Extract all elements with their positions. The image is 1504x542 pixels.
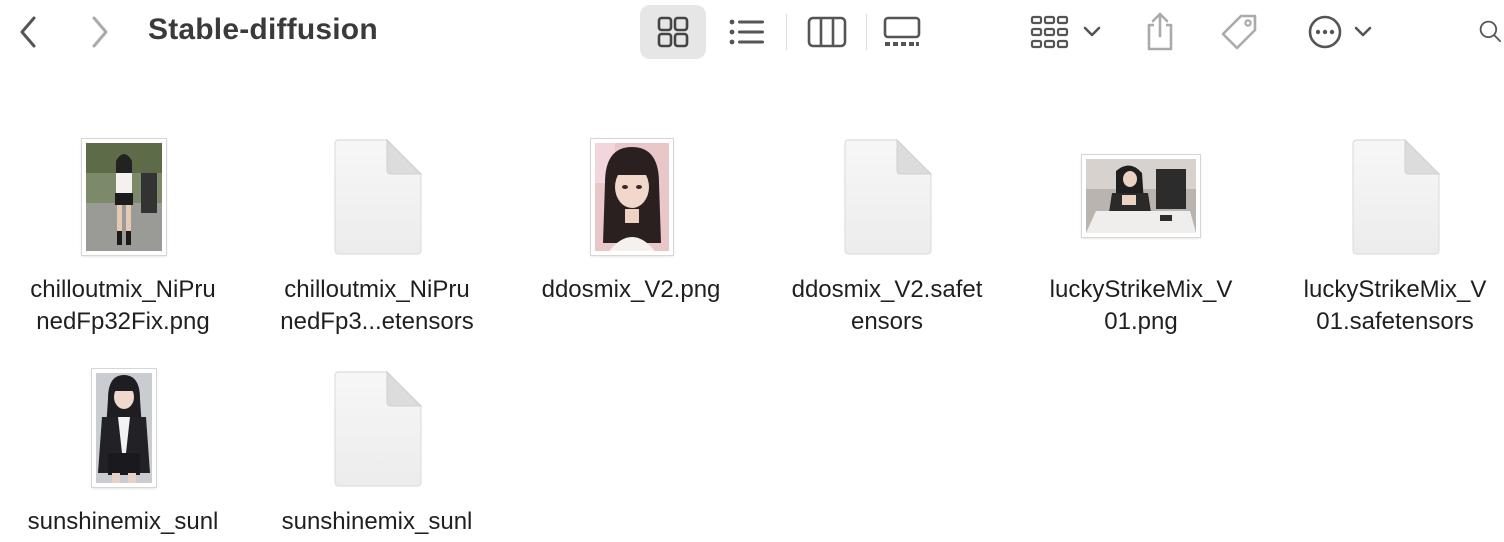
file-thumbnail — [13, 369, 233, 512]
grid-view-icon — [657, 16, 689, 48]
file-name-line: chilloutmix_NiPru — [284, 276, 470, 303]
document-icon — [334, 370, 423, 487]
toolbar: Stable-diffusion — [0, 0, 1504, 64]
file-item[interactable]: sunshinemix_sunl — [267, 342, 487, 542]
chevron-right-icon — [92, 16, 108, 48]
more-actions-button[interactable] — [1300, 8, 1380, 56]
forward-button[interactable] — [82, 12, 118, 52]
group-button[interactable] — [1026, 8, 1106, 56]
file-thumbnail — [267, 370, 487, 512]
gallery-view-icon — [883, 16, 921, 46]
file-name-line: 01.png — [1104, 308, 1178, 335]
file-item[interactable]: chilloutmix_NiPru nedFp3...etensors — [267, 110, 487, 350]
file-item[interactable]: sunshinemix_sunl — [13, 342, 233, 542]
file-item[interactable]: ddosmix_V2.png — [521, 110, 741, 350]
file-name-line: sunshinemix_sunl — [281, 508, 473, 535]
more-icon — [1308, 15, 1342, 49]
file-thumbnail — [777, 138, 997, 280]
icon-view-button[interactable] — [640, 5, 706, 59]
share-button[interactable] — [1138, 6, 1182, 56]
file-item[interactable]: luckyStrikeMix_V 01.png — [1031, 110, 1251, 350]
image-thumbnail-icon — [1082, 155, 1200, 237]
file-item[interactable]: ddosmix_V2.safet ensors — [777, 110, 997, 350]
file-name-line: luckyStrikeMix_V — [1303, 276, 1487, 303]
column-view-button[interactable] — [802, 8, 852, 56]
toolbar-divider — [786, 14, 787, 50]
file-thumbnail — [267, 138, 487, 280]
document-icon — [1352, 138, 1441, 255]
share-icon — [1147, 12, 1173, 51]
toolbar-divider — [866, 14, 867, 50]
file-name-line: ddosmix_V2.png — [541, 276, 721, 303]
list-view-button[interactable] — [722, 8, 772, 56]
group-icon — [1030, 15, 1069, 49]
gallery-view-button[interactable] — [876, 8, 928, 56]
file-name-line: 01.safetensors — [1316, 308, 1474, 335]
list-view-icon — [729, 19, 764, 45]
file-name-line: ddosmix_V2.safet — [791, 276, 983, 303]
chevron-left-icon — [20, 16, 36, 48]
chevron-down-icon — [1354, 26, 1372, 37]
back-button[interactable] — [10, 12, 46, 52]
image-thumbnail-icon — [591, 139, 673, 255]
tag-button[interactable] — [1214, 8, 1264, 56]
document-icon — [844, 138, 933, 255]
file-item[interactable]: luckyStrikeMix_V 01.safetensors — [1285, 110, 1504, 350]
search-icon — [1479, 20, 1502, 43]
file-thumbnail — [1031, 140, 1251, 280]
image-thumbnail-icon — [92, 369, 156, 487]
file-name-line: nedFp32Fix.png — [36, 308, 210, 335]
file-name-line: chilloutmix_NiPru — [30, 276, 216, 303]
file-thumbnail — [13, 139, 233, 280]
file-item[interactable]: chilloutmix_NiPru nedFp32Fix.png — [13, 110, 233, 350]
file-name-line: luckyStrikeMix_V — [1049, 276, 1233, 303]
tag-icon — [1221, 14, 1257, 50]
chevron-down-icon — [1083, 26, 1101, 37]
column-view-icon — [807, 16, 847, 48]
file-name-line: ensors — [850, 308, 924, 335]
file-thumbnail — [521, 139, 741, 280]
search-button[interactable] — [1470, 10, 1504, 54]
image-thumbnail-icon — [82, 139, 166, 255]
file-name-line: sunshinemix_sunl — [27, 508, 219, 535]
document-icon — [334, 138, 423, 255]
file-name-line: nedFp3...etensors — [280, 308, 474, 335]
file-thumbnail — [1285, 138, 1504, 280]
window-title: Stable-diffusion — [148, 13, 378, 46]
